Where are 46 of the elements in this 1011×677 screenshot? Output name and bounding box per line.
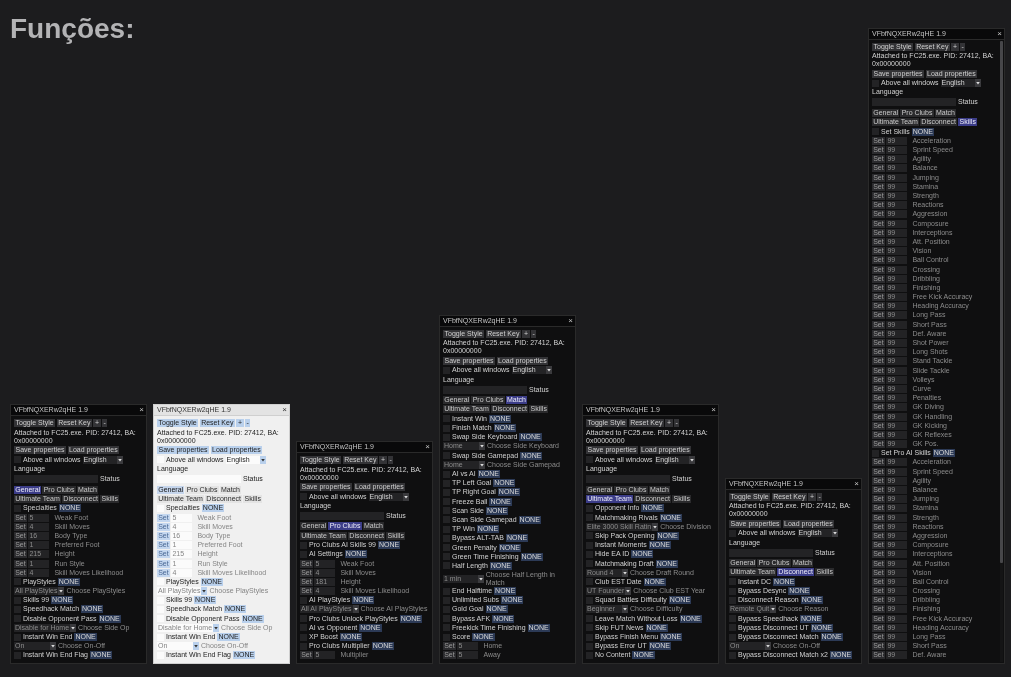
checkbox[interactable] [872, 449, 879, 457]
checkbox[interactable] [157, 578, 164, 586]
caret-icon [974, 79, 981, 88]
caret-icon [402, 492, 409, 501]
caret-icon [652, 522, 659, 531]
caret-icon [770, 605, 777, 614]
checkbox[interactable] [300, 642, 307, 650]
page-heading: Funções: [10, 13, 135, 45]
caret-icon [213, 623, 220, 632]
checkbox[interactable] [872, 79, 879, 87]
close-button[interactable]: × [568, 316, 573, 325]
caret-icon [545, 366, 552, 375]
scrollbar-track[interactable] [1000, 40, 1003, 662]
caret-icon [479, 460, 485, 469]
caret-icon [201, 587, 208, 596]
checkbox[interactable] [586, 504, 593, 512]
caret-icon [352, 605, 359, 614]
checkbox[interactable] [443, 366, 450, 374]
caret-icon [622, 605, 628, 614]
caret-icon [477, 574, 484, 583]
caret-icon [765, 642, 771, 651]
close-button[interactable]: × [711, 406, 716, 415]
caret-icon [116, 455, 123, 464]
checkbox[interactable] [14, 504, 21, 512]
caret-icon [50, 642, 56, 651]
close-button[interactable]: × [282, 406, 287, 415]
checkbox[interactable] [300, 541, 307, 549]
caret-icon [259, 455, 266, 464]
caret-icon [622, 568, 628, 577]
scrollbar-thumb[interactable] [1000, 40, 1003, 563]
caret-icon [479, 442, 485, 451]
checkbox[interactable] [14, 578, 21, 586]
checkbox[interactable] [300, 596, 307, 604]
checkbox[interactable] [872, 128, 879, 136]
caret-icon [625, 587, 632, 596]
close-button[interactable]: × [139, 406, 144, 415]
close-button[interactable]: × [997, 29, 1002, 38]
caret-icon [688, 455, 695, 464]
close-button[interactable]: × [854, 479, 859, 488]
checkbox[interactable] [443, 633, 450, 641]
checkbox[interactable] [729, 529, 736, 537]
caret-icon [58, 587, 65, 596]
caret-icon [831, 529, 838, 538]
caret-icon [193, 642, 199, 651]
close-button[interactable]: × [425, 443, 430, 452]
caret-icon [70, 623, 77, 632]
